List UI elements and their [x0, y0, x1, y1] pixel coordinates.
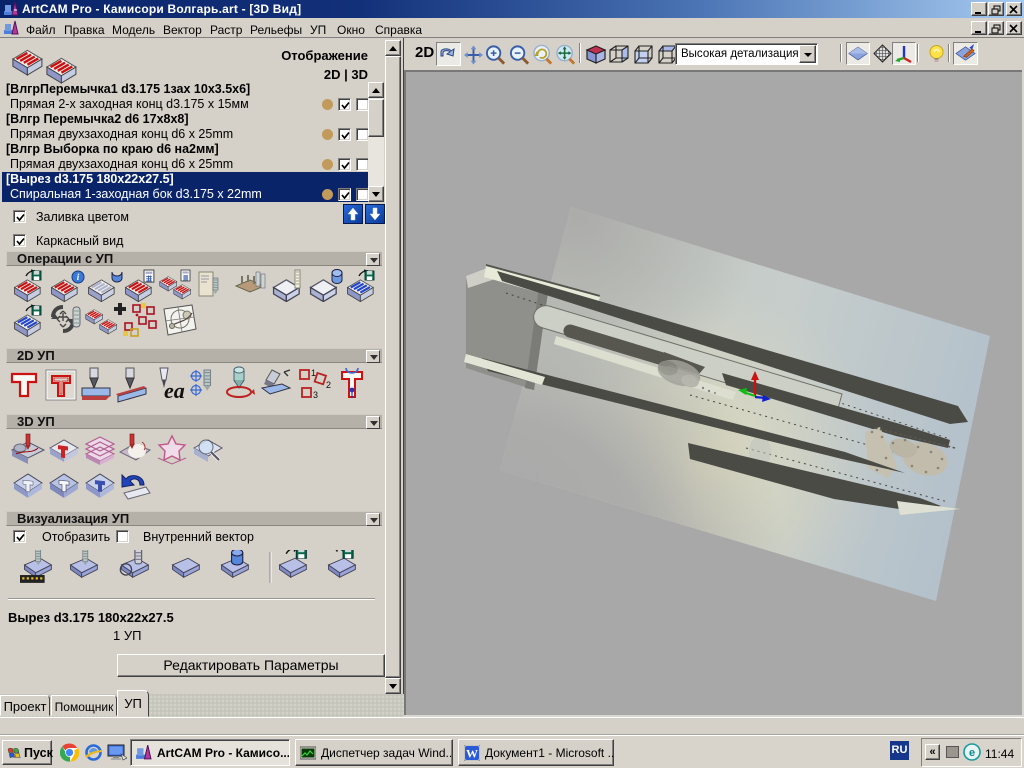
svg-text:2: 2 — [326, 380, 331, 390]
svg-text:1: 1 — [311, 368, 316, 378]
svg-text:3: 3 — [313, 390, 318, 400]
svg-text:W: W — [466, 747, 478, 761]
svg-text:ea: ea — [164, 378, 185, 403]
svg-text:e: e — [969, 747, 975, 759]
